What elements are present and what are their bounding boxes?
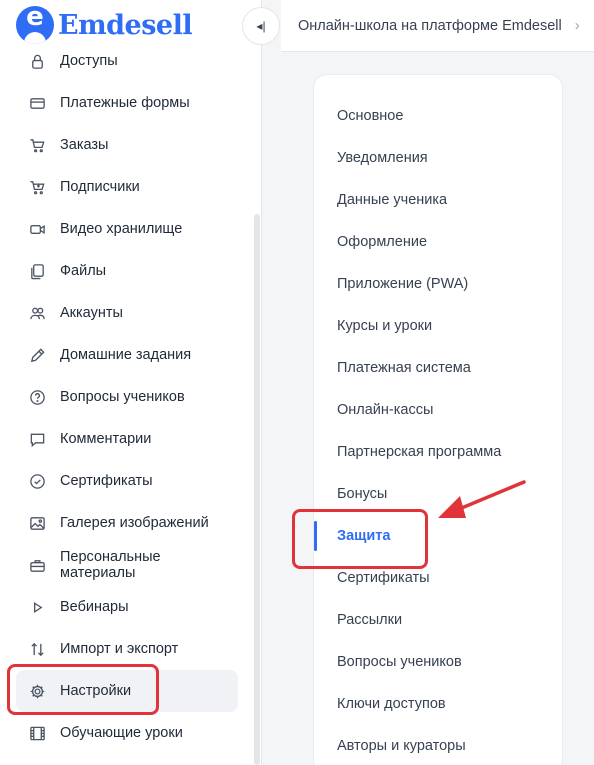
settings-item-access-keys[interactable]: Ключи доступов (314, 683, 562, 725)
sidebar-item-personal-materials[interactable]: Персональные материалы (16, 544, 238, 586)
film-icon (28, 724, 46, 742)
settings-item-student-data[interactable]: Данные ученика (314, 179, 562, 221)
settings-item-label: Ключи доступов (337, 696, 446, 712)
lock-icon (28, 52, 46, 70)
sidebar-scrollbar[interactable] (254, 214, 260, 765)
sidebar-item-label: Импорт и экспорт (60, 641, 179, 657)
sidebar-item-comments[interactable]: Комментарии (16, 418, 238, 460)
video-icon (28, 220, 46, 238)
sidebar-item-label: Вебинары (60, 599, 129, 615)
comment-icon (28, 430, 46, 448)
sidebar-item-image-gallery[interactable]: Галерея изображений (16, 502, 238, 544)
sidebar-item-homework[interactable]: Домашние задания (16, 334, 238, 376)
settings-item-label: Бонусы (337, 486, 388, 502)
sidebar-item-label: Аккаунты (60, 305, 123, 321)
settings-item-label: Оформление (337, 234, 428, 250)
credit-card-icon (28, 94, 46, 112)
sidebar-item-subscribers[interactable]: Подписчики (16, 166, 238, 208)
annotation-arrow-icon (438, 480, 526, 518)
chevron-right-icon[interactable]: › (575, 17, 580, 34)
sidebar-item-label: Комментарии (60, 431, 152, 447)
settings-menu: Основное Уведомления Данные ученика Оформле… (314, 95, 562, 765)
sidebar-item-label: Сертификаты (60, 473, 153, 489)
settings-item-courses-lessons[interactable]: Курсы и уроки (314, 305, 562, 347)
sidebar-item-label: Галерея изображений (60, 515, 209, 531)
top-bar: Онлайн-школа на платформе Emdesell › (281, 0, 594, 52)
settings-item-label: Курсы и уроки (337, 318, 433, 334)
sidebar-item-label: Обучающие уроки (60, 725, 183, 741)
sidebar-item-label: Персональные материалы (60, 549, 161, 581)
settings-item-affiliate-program[interactable]: Партнерская программа (314, 431, 562, 473)
import-export-icon (28, 640, 46, 658)
settings-item-label: Онлайн-кассы (337, 402, 434, 418)
settings-item-label: Партнерская программа (337, 444, 502, 460)
sidebar-item-label: Доступы (60, 53, 118, 69)
settings-item-label: Данные ученика (337, 192, 448, 208)
settings-item-notifications[interactable]: Уведомления (314, 137, 562, 179)
settings-item-mailings[interactable]: Рассылки (314, 599, 562, 641)
settings-item-authors-curators[interactable]: Авторы и кураторы (314, 725, 562, 765)
sidebar-item-label: Платежные формы (60, 95, 190, 111)
sidebar-item-access[interactable]: Доступы (16, 40, 238, 82)
settings-item-label: Рассылки (337, 612, 403, 628)
settings-item-label: Основное (337, 108, 404, 124)
sidebar: e Emdesell Доступы Платежные формы Заказы П… (0, 0, 262, 765)
settings-item-label: Вопросы учеников (337, 654, 462, 670)
sidebar-item-webinars[interactable]: Вебинары (16, 586, 238, 628)
badge-check-icon (28, 472, 46, 490)
play-icon (28, 598, 46, 616)
cart-icon (28, 136, 46, 154)
image-icon (28, 514, 46, 532)
sidebar-item-label: Заказы (60, 137, 109, 153)
sidebar-item-certificates[interactable]: Сертификаты (16, 460, 238, 502)
protection-highlight-box (292, 509, 428, 569)
sidebar-item-accounts[interactable]: Аккаунты (16, 292, 238, 334)
logo-icon: e (16, 6, 54, 44)
sidebar-item-label: Подписчики (60, 179, 140, 195)
sidebar-item-video-storage[interactable]: Видео хранилище (16, 208, 238, 250)
collapse-icon: ◂| (256, 19, 266, 33)
settings-item-payment-system[interactable]: Платежная система (314, 347, 562, 389)
cart-plus-icon (28, 178, 46, 196)
settings-highlight-box (7, 664, 159, 715)
sidebar-item-files[interactable]: Файлы (16, 250, 238, 292)
settings-item-label: Авторы и кураторы (337, 738, 466, 754)
sidebar-item-label: Домашние задания (60, 347, 192, 363)
pencil-icon (28, 346, 46, 364)
settings-item-appearance[interactable]: Оформление (314, 221, 562, 263)
sidebar-item-tutorials[interactable]: Обучающие уроки (16, 712, 238, 754)
briefcase-icon (28, 556, 46, 574)
settings-item-label: Уведомления (337, 150, 428, 166)
sidebar-nav: Доступы Платежные формы Заказы Подписчики Ви… (16, 40, 238, 754)
users-icon (28, 304, 46, 322)
sidebar-item-orders[interactable]: Заказы (16, 124, 238, 166)
settings-item-label: Приложение (PWA) (337, 276, 469, 292)
sidebar-item-label: Файлы (60, 263, 107, 279)
question-icon (28, 388, 46, 406)
settings-item-label: Сертификаты (337, 570, 430, 586)
settings-item-pwa-app[interactable]: Приложение (PWA) (314, 263, 562, 305)
settings-item-label: Платежная система (337, 360, 471, 376)
logo-text: Emdesell (58, 9, 193, 41)
sidebar-item-label: Вопросы учеников (60, 389, 185, 405)
settings-item-general[interactable]: Основное (314, 95, 562, 137)
files-icon (28, 262, 46, 280)
sidebar-item-label: Видео хранилище (60, 221, 183, 237)
sidebar-item-payment-forms[interactable]: Платежные формы (16, 82, 238, 124)
breadcrumb[interactable]: Онлайн-школа на платформе Emdesell (298, 18, 562, 34)
settings-item-online-cash[interactable]: Онлайн-кассы (314, 389, 562, 431)
settings-menu-panel: Основное Уведомления Данные ученика Оформле… (313, 74, 563, 765)
settings-item-student-questions[interactable]: Вопросы учеников (314, 641, 562, 683)
sidebar-item-student-questions[interactable]: Вопросы учеников (16, 376, 238, 418)
logo[interactable]: e Emdesell (16, 6, 193, 44)
collapse-sidebar-button[interactable]: ◂| (242, 7, 280, 45)
